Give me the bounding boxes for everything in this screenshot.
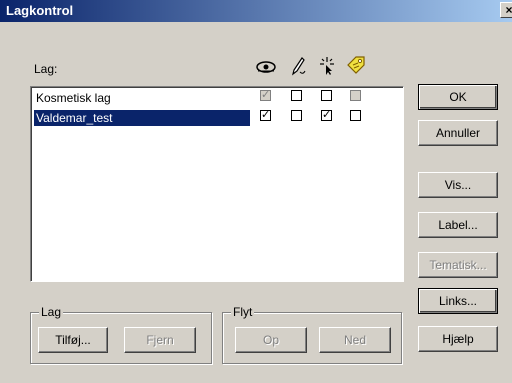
layer-group: Lag Tilføj... Fjern: [30, 305, 212, 364]
display-button[interactable]: Vis...: [418, 172, 498, 198]
move-group-legend: Flyt: [231, 305, 255, 319]
selectable-checkbox[interactable]: ✓: [321, 110, 332, 121]
move-up-button: Op: [235, 327, 307, 353]
eye-icon: [256, 61, 276, 73]
pencil-icon: [292, 57, 306, 76]
ok-button[interactable]: OK: [418, 84, 498, 110]
layer-control-dialog: Lagkontrol × Lag: Kosmetisk lag Valdemar…: [0, 0, 512, 383]
cancel-button[interactable]: Annuller: [418, 120, 498, 146]
close-button[interactable]: ×: [500, 2, 512, 18]
title-bar: Lagkontrol: [0, 0, 512, 22]
move-group: Flyt Op Ned: [222, 305, 402, 364]
tag-icon: [347, 56, 365, 74]
links-button[interactable]: Links...: [418, 288, 498, 314]
visible-checkbox: ✓: [260, 89, 271, 101]
editable-checkbox[interactable]: [291, 110, 302, 121]
selectable-checkbox[interactable]: [321, 90, 332, 101]
layer-list[interactable]: Kosmetisk lag Valdemar_test: [30, 86, 404, 282]
layer-row[interactable]: Kosmetisk lag: [32, 88, 402, 108]
layer-name: Valdemar_test: [34, 110, 250, 126]
label-checkbox: [350, 90, 361, 101]
layer-row-selected[interactable]: Valdemar_test: [32, 108, 402, 128]
editable-checkbox[interactable]: [291, 90, 302, 101]
thematic-button: Tematisk...: [418, 252, 498, 278]
layer-list-label: Lag:: [34, 62, 58, 76]
label-button[interactable]: Label...: [418, 212, 498, 238]
window-title: Lagkontrol: [6, 3, 74, 18]
layer-name: Kosmetisk lag: [36, 91, 111, 105]
help-button[interactable]: Hjælp: [418, 326, 498, 352]
visible-checkbox[interactable]: ✓: [260, 110, 271, 121]
add-layer-button[interactable]: Tilføj...: [38, 327, 108, 353]
remove-layer-button: Fjern: [124, 327, 196, 353]
move-down-button: Ned: [319, 327, 391, 353]
label-checkbox[interactable]: [350, 110, 361, 121]
cursor-icon: [320, 57, 334, 75]
layer-group-legend: Lag: [39, 305, 64, 319]
